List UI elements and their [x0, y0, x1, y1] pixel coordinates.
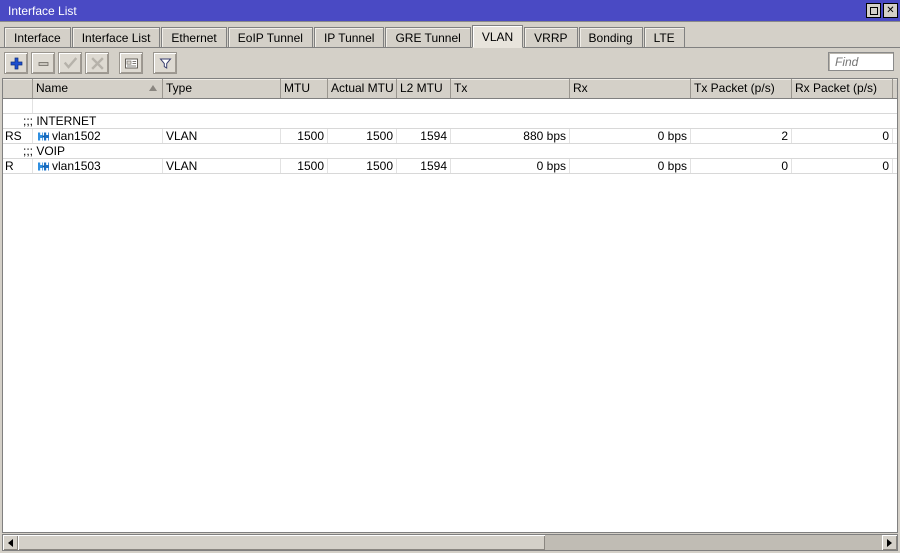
interface-list-window: Interface List ✕ Interface Interface Lis…	[0, 0, 900, 553]
column-header-tx[interactable]: Tx	[451, 79, 570, 98]
find-box[interactable]	[828, 52, 894, 71]
row-actual-mtu: 1500	[328, 129, 397, 143]
table-row-comment[interactable]: ;;; VOIP	[3, 144, 897, 159]
window-titlebar[interactable]: Interface List ✕	[0, 0, 900, 22]
column-header-name-label: Name	[36, 81, 68, 95]
row-name: vlan1503	[52, 159, 101, 173]
column-header-fl[interactable]: Fl	[893, 79, 898, 98]
enable-button[interactable]	[58, 52, 82, 74]
close-button[interactable]: ✕	[883, 3, 898, 18]
close-icon: ✕	[886, 6, 894, 16]
column-header-mtu[interactable]: MTU	[281, 79, 328, 98]
comment-text: ;;; INTERNET	[3, 114, 96, 128]
scrollbar-thumb[interactable]	[18, 535, 545, 550]
scroll-left-button[interactable]	[3, 535, 18, 550]
row-actual-mtu: 1500	[328, 159, 397, 173]
row-l2-mtu: 1594	[397, 129, 451, 143]
scrollbar-track[interactable]	[18, 535, 882, 550]
row-name: vlan1502	[52, 129, 101, 143]
tab-bar: Interface Interface List Ethernet EoIP T…	[0, 22, 900, 48]
row-fl	[893, 159, 897, 173]
window-controls: ✕	[866, 3, 898, 18]
blank-cell-rest	[33, 99, 897, 113]
arrow-right-icon	[887, 539, 892, 547]
row-rx: 0 bps	[570, 159, 691, 173]
row-type: VLAN	[163, 129, 281, 143]
tab-bonding[interactable]: Bonding	[579, 27, 643, 48]
tab-ethernet[interactable]: Ethernet	[161, 27, 226, 48]
tab-vlan[interactable]: VLAN	[472, 25, 523, 48]
comment-text: ;;; VOIP	[3, 144, 65, 158]
row-rx-packet: 0	[792, 159, 893, 173]
column-header-rx-packet[interactable]: Rx Packet (p/s)	[792, 79, 893, 98]
row-flags: RS	[3, 129, 33, 143]
disable-button[interactable]	[85, 52, 109, 74]
interface-table: Name Type MTU Actual MTU L2 MTU Tx Rx Tx…	[2, 78, 898, 533]
add-button[interactable]	[4, 52, 28, 74]
row-tx: 0 bps	[451, 159, 570, 173]
funnel-icon	[158, 56, 173, 71]
row-mtu: 1500	[281, 129, 328, 143]
window-title: Interface List	[8, 4, 866, 18]
check-icon	[63, 56, 78, 71]
vlan-icon	[37, 161, 50, 172]
tab-interface[interactable]: Interface	[4, 27, 71, 48]
column-header-name[interactable]: Name	[33, 79, 163, 98]
arrow-left-icon	[8, 539, 13, 547]
minus-icon	[36, 56, 51, 71]
table-row-comment[interactable]: ;;; INTERNET	[3, 114, 897, 129]
blank-cell	[3, 99, 33, 113]
row-name-cell: vlan1503	[33, 159, 163, 173]
tab-vrrp[interactable]: VRRP	[524, 27, 577, 48]
table-row[interactable]: RS vlan1502 VLAN 1500 1500 1594 880 bps …	[3, 129, 897, 144]
row-tx: 880 bps	[451, 129, 570, 143]
comment-button[interactable]	[119, 52, 143, 74]
row-tx-packet: 2	[691, 129, 792, 143]
row-name-cell: vlan1502	[33, 129, 163, 143]
vlan-icon	[37, 131, 50, 142]
row-fl	[893, 129, 897, 143]
horizontal-scrollbar[interactable]	[2, 534, 898, 551]
column-header-actual-mtu[interactable]: Actual MTU	[328, 79, 397, 98]
column-header-flags[interactable]	[3, 79, 33, 98]
comment-icon	[124, 56, 139, 71]
scroll-right-button[interactable]	[882, 535, 897, 550]
table-row-blank	[3, 99, 897, 114]
sort-ascending-icon	[149, 85, 157, 91]
table-row[interactable]: R vlan1503 VLAN 1500 1500 1594 0 bps 0 b…	[3, 159, 897, 174]
table-header-row: Name Type MTU Actual MTU L2 MTU Tx Rx Tx…	[3, 79, 897, 99]
cross-icon	[90, 56, 105, 71]
row-flags: R	[3, 159, 33, 173]
column-header-rx[interactable]: Rx	[570, 79, 691, 98]
row-tx-packet: 0	[691, 159, 792, 173]
search-input[interactable]	[833, 54, 889, 70]
maximize-icon	[870, 7, 878, 15]
row-mtu: 1500	[281, 159, 328, 173]
tab-lte[interactable]: LTE	[644, 27, 685, 48]
toolbar	[0, 48, 900, 78]
table-body: ;;; INTERNET RS vlan1502 VLAN 1500 1500 …	[3, 99, 897, 532]
row-type: VLAN	[163, 159, 281, 173]
row-rx-packet: 0	[792, 129, 893, 143]
tab-interface-list[interactable]: Interface List	[72, 27, 161, 48]
row-rx: 0 bps	[570, 129, 691, 143]
tab-eoip-tunnel[interactable]: EoIP Tunnel	[228, 27, 313, 48]
column-header-l2-mtu[interactable]: L2 MTU	[397, 79, 451, 98]
column-header-type[interactable]: Type	[163, 79, 281, 98]
maximize-button[interactable]	[866, 3, 881, 18]
row-l2-mtu: 1594	[397, 159, 451, 173]
tab-gre-tunnel[interactable]: GRE Tunnel	[385, 27, 470, 48]
tab-ip-tunnel[interactable]: IP Tunnel	[314, 27, 384, 48]
plus-icon	[9, 56, 24, 71]
column-header-tx-packet[interactable]: Tx Packet (p/s)	[691, 79, 792, 98]
remove-button[interactable]	[31, 52, 55, 74]
filter-button[interactable]	[153, 52, 177, 74]
